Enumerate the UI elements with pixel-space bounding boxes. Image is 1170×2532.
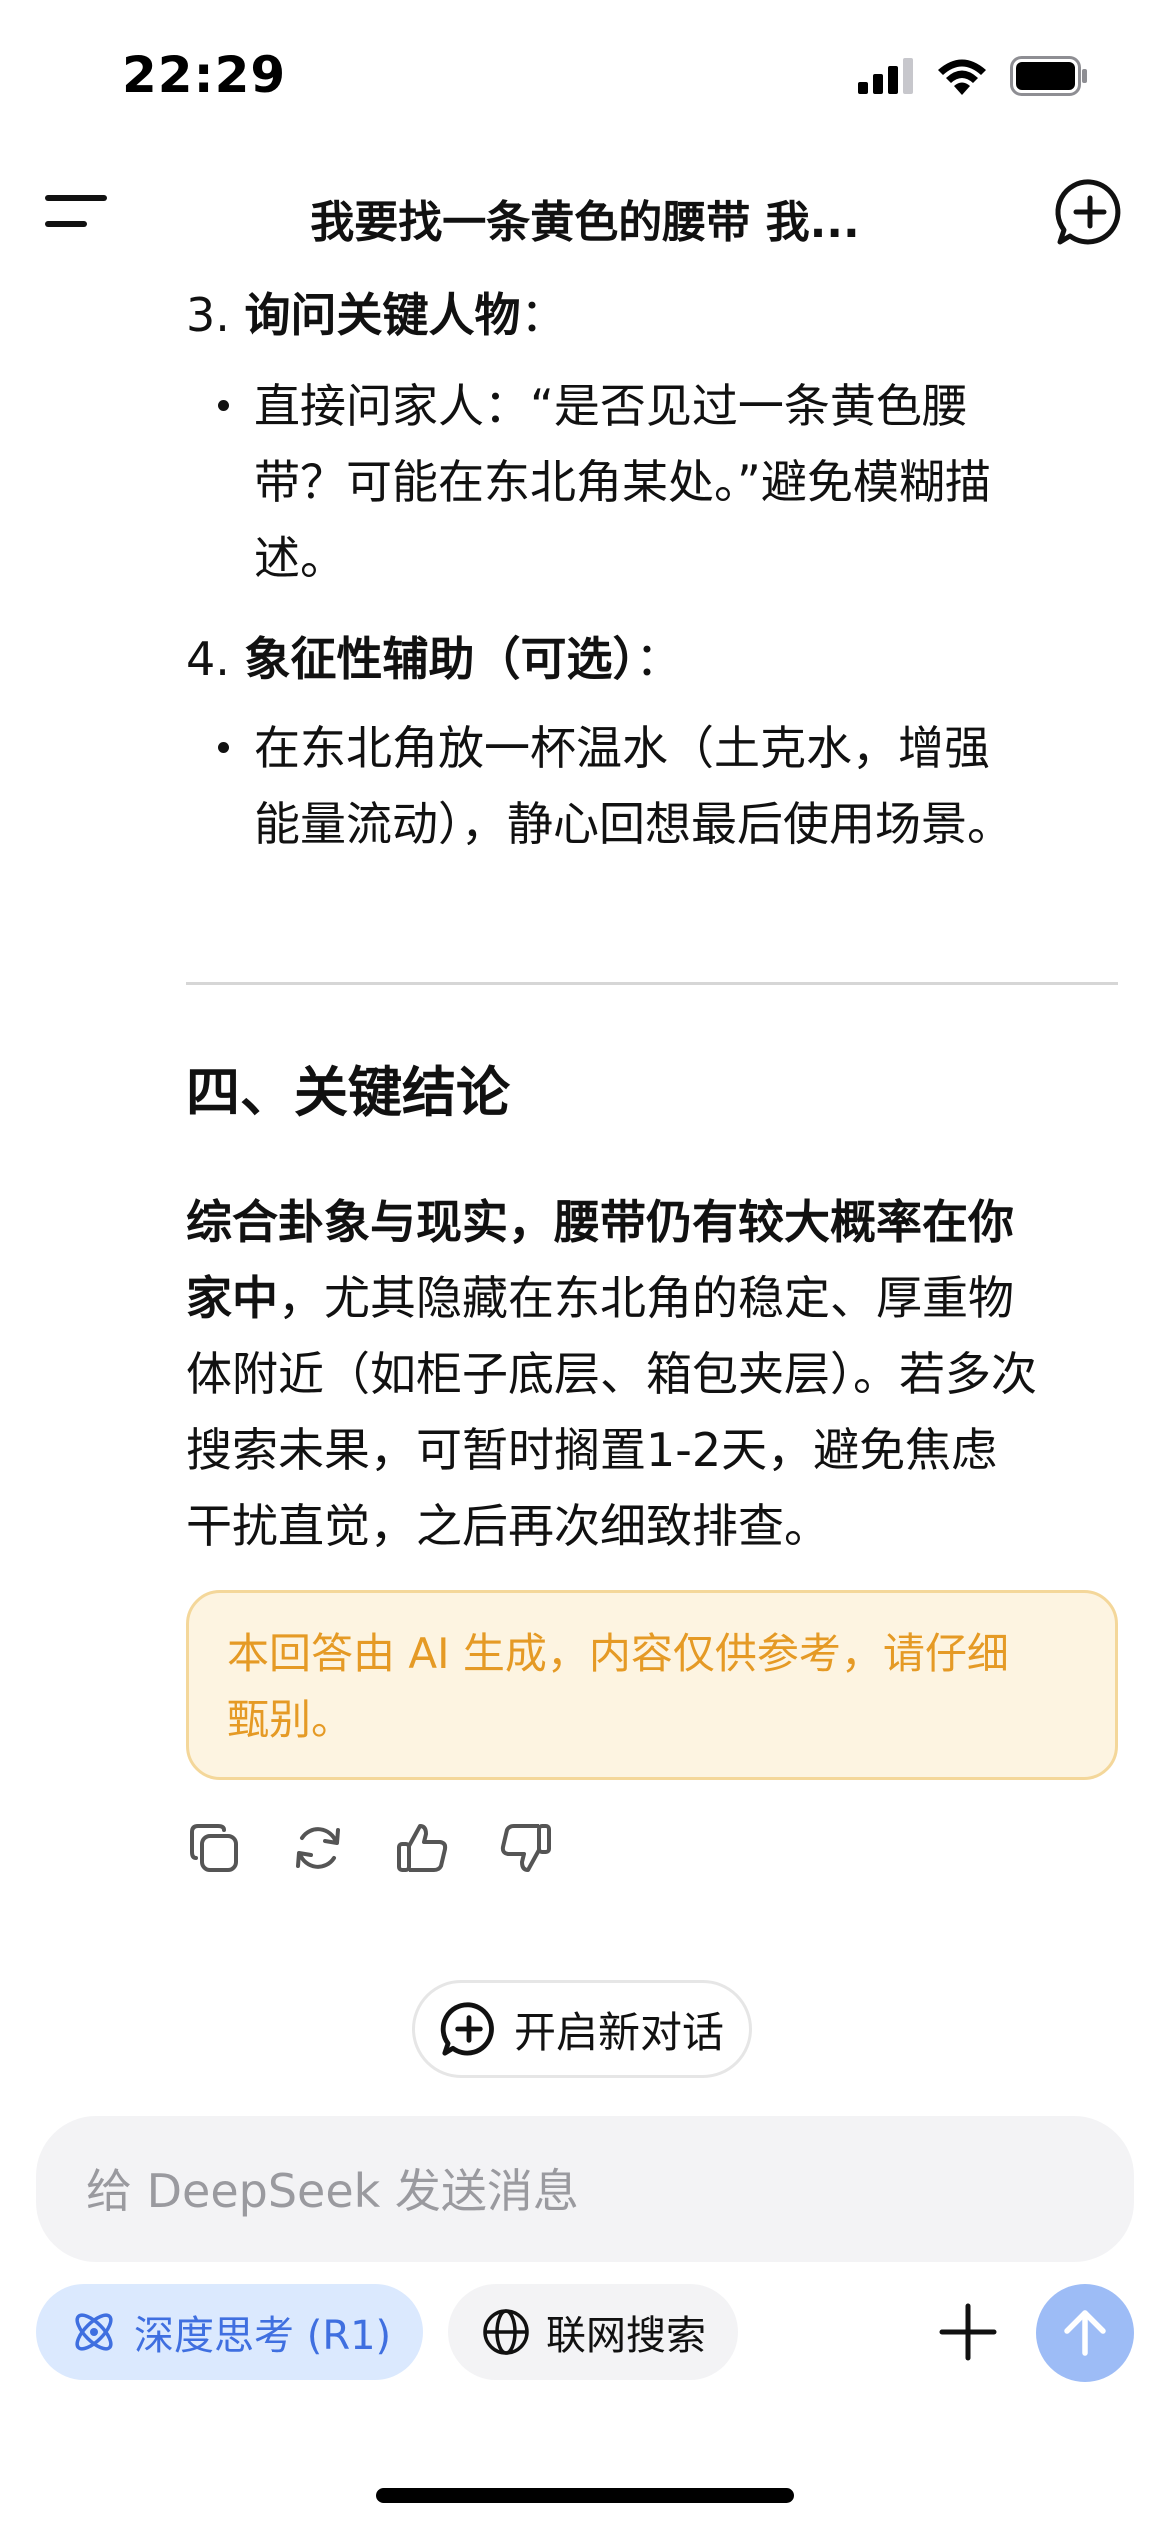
status-bar: 22:29 [0, 0, 1170, 150]
new-chat-icon [1055, 179, 1121, 245]
regenerate-icon [296, 1827, 340, 1869]
conclusion-line: ，尤其隐藏在东北角的稳定、厚重物 [278, 1271, 1014, 1325]
bullet-dot [218, 400, 229, 411]
deep-think-toggle[interactable]: 深度思考 (R1) [36, 2284, 424, 2380]
battery-icon [1010, 56, 1087, 96]
bullet-line: 直接问家人：“是否见过一条黄色腰 [254, 379, 968, 433]
list-number: 4. [186, 632, 230, 686]
regenerate-button[interactable] [290, 1820, 346, 1876]
bullet-line: 带？可能在东北角某处。”避免模糊描 [254, 455, 991, 509]
plus-icon [939, 2303, 997, 2361]
message-actions [186, 1820, 554, 1876]
bullet-dot [218, 742, 229, 753]
deep-think-label: 深度思考 (R1) [134, 2313, 392, 2359]
wifi-icon [938, 59, 986, 95]
list-suffix: ： [520, 288, 567, 342]
web-search-label: 联网搜索 [546, 2313, 706, 2359]
menu-button[interactable] [44, 180, 112, 240]
attach-button[interactable] [930, 2294, 1006, 2370]
section-heading: 四、关键结论 [186, 1061, 510, 1124]
conversation-title[interactable]: 我要找一条黄色的腰带 我... [220, 186, 950, 250]
copy-icon [190, 1824, 238, 1872]
message-composer [36, 2116, 1134, 2262]
conclusion-line: 搜索未果，可暂时搁置1-2天，避免焦虑 [186, 1423, 998, 1477]
thumbs-up-icon [397, 1824, 448, 1872]
conclusion-bold-line: 家中 [186, 1271, 278, 1325]
disclaimer-line: 甄别。 [227, 1695, 354, 1744]
home-indicator [376, 2488, 794, 2503]
new-chat-icon [440, 2002, 494, 2056]
section-divider [186, 982, 1118, 985]
message-input[interactable] [86, 2164, 1066, 2218]
cellular-signal-icon [858, 58, 913, 94]
bullet-line: 能量流动），静心回想最后使用场景。 [254, 797, 1013, 851]
new-chat-button[interactable] [1054, 176, 1126, 248]
bullet-item: 直接问家人：“是否见过一条黄色腰 带？可能在东北角某处。”避免模糊描 述。 [218, 368, 1124, 596]
globe-icon [483, 2309, 529, 2355]
list-heading: 象征性辅助（可选） [244, 632, 636, 686]
disclaimer-line: 本回答由 AI 生成，内容仅供参考，请仔细 [227, 1629, 1009, 1678]
conclusion-line: 体附近（如柜子底层、箱包夹层）。若多次 [186, 1347, 1037, 1401]
dislike-button[interactable] [498, 1820, 554, 1876]
status-time: 22:29 [122, 46, 287, 104]
arrow-up-icon [1064, 2310, 1106, 2356]
bullet-line: 述。 [254, 531, 346, 585]
list-heading: 询问关键人物 [244, 288, 521, 342]
conclusion-bold-line: 综合卦象与现实，腰带仍有较大概率在你 [186, 1195, 1014, 1249]
send-button[interactable] [1036, 2284, 1134, 2382]
atom-icon [75, 2313, 113, 2351]
status-icons [858, 56, 1090, 96]
list-item-4: 4. 象征性辅助（可选）： [186, 622, 682, 696]
start-new-chat-button[interactable]: 开启新对话 [412, 1980, 752, 2078]
copy-button[interactable] [186, 1820, 242, 1876]
list-item-3: 3. 询问关键人物： [186, 278, 567, 352]
bullet-item: 在东北角放一杯温水（土克水，增强 能量流动），静心回想最后使用场景。 [218, 710, 1124, 862]
bullet-line: 在东北角放一杯温水（土克水，增强 [254, 721, 990, 775]
conclusion-paragraph: 综合卦象与现实，腰带仍有较大概率在你 家中，尤其隐藏在东北角的稳定、厚重物 体附… [186, 1184, 1118, 1564]
menu-icon [45, 195, 107, 227]
ai-disclaimer: 本回答由 AI 生成，内容仅供参考，请仔细 甄别。 [186, 1590, 1118, 1780]
list-number: 3. [186, 288, 230, 342]
web-search-toggle[interactable]: 联网搜索 [448, 2284, 738, 2380]
like-button[interactable] [394, 1820, 450, 1876]
list-suffix: ： [635, 632, 682, 686]
conclusion-line: 干扰直觉，之后再次细致排查。 [186, 1499, 830, 1553]
nav-bar: 我要找一条黄色的腰带 我... [0, 160, 1170, 260]
start-new-chat-label: 开启新对话 [513, 2007, 724, 2057]
thumbs-down-icon [500, 1824, 551, 1872]
